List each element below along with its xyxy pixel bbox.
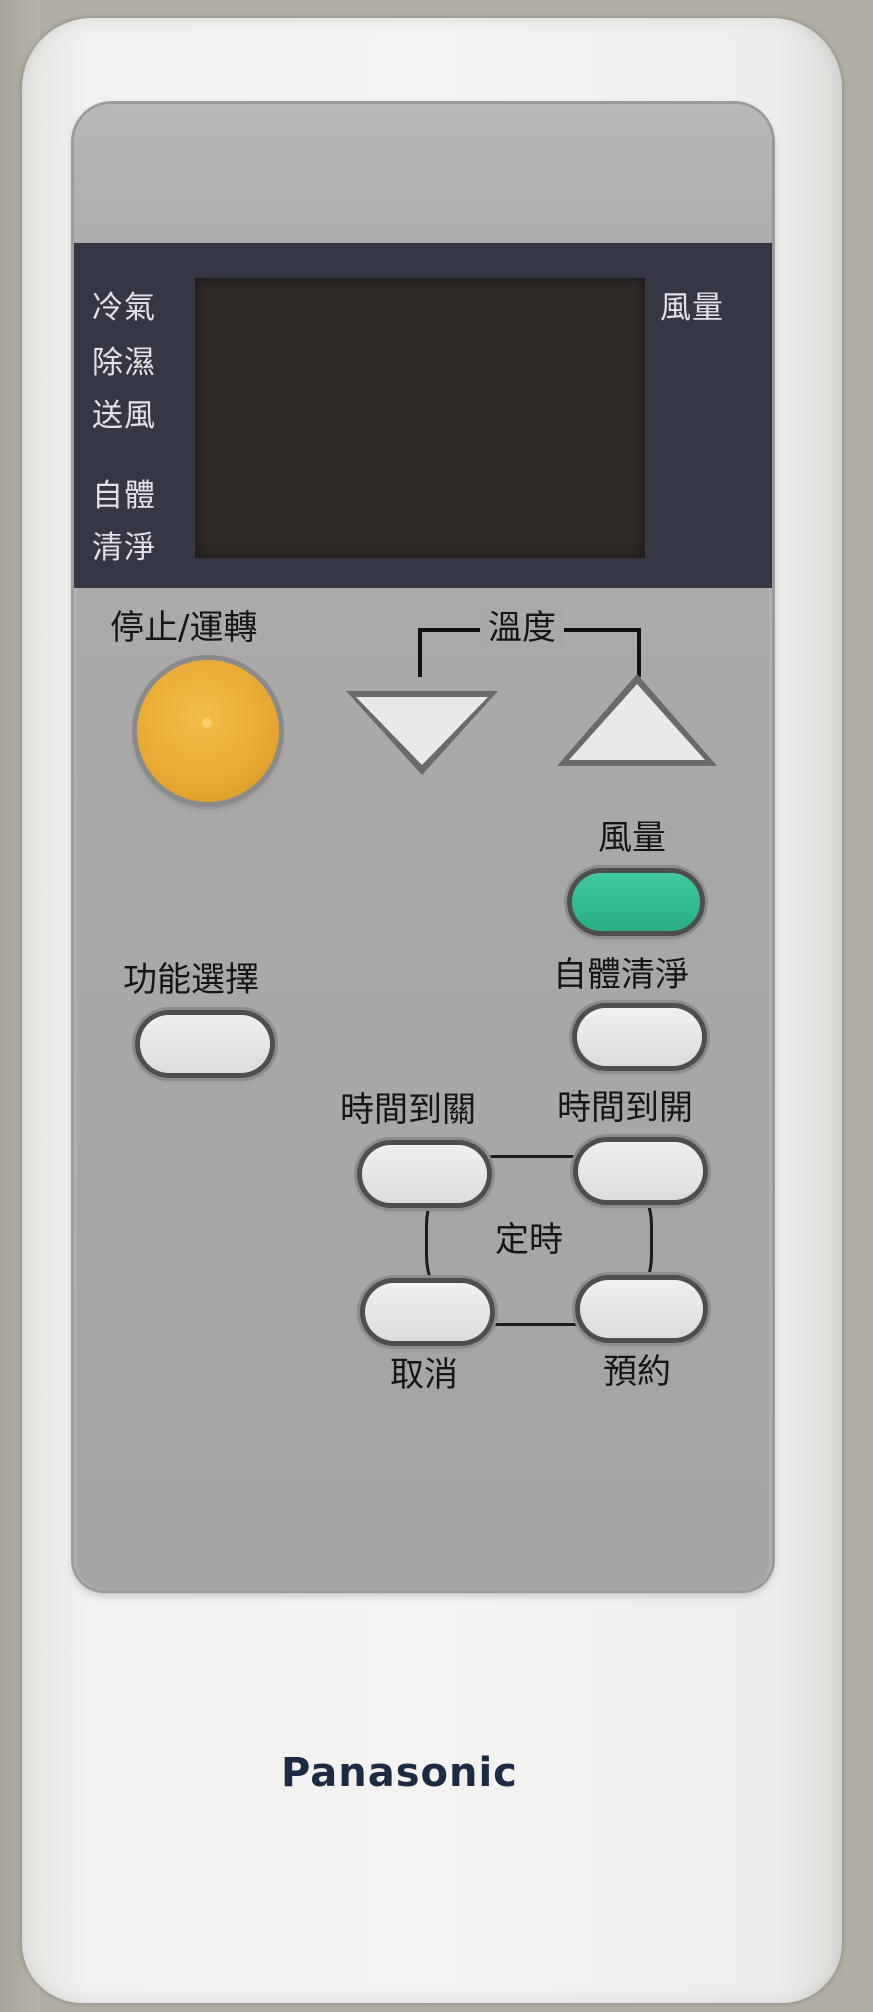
mode-label-fan: 送風: [92, 398, 156, 434]
reserve-button[interactable]: [580, 1280, 703, 1338]
fan-label: 風量: [598, 818, 666, 858]
fan-button[interactable]: [572, 873, 700, 931]
temperature-label: 溫度: [480, 608, 564, 648]
function-select-button[interactable]: [140, 1015, 270, 1073]
lcd-screen: [195, 278, 645, 558]
panel-top-cover: [74, 104, 772, 244]
self-clean-button[interactable]: [577, 1008, 702, 1066]
cancel-label: 取消: [390, 1355, 458, 1395]
triangle-down-icon: [356, 697, 488, 765]
power-label: 停止/運轉: [110, 608, 258, 648]
on-timer-button[interactable]: [578, 1142, 703, 1200]
mode-label-dehumidify: 除濕: [92, 345, 156, 381]
off-timer-button[interactable]: [362, 1145, 487, 1203]
brand-logo: Panasonic: [281, 1750, 518, 1796]
power-dot-icon: [202, 718, 212, 728]
power-button[interactable]: [137, 660, 279, 802]
triangle-up-icon: [569, 684, 705, 760]
cancel-button[interactable]: [365, 1283, 490, 1341]
self-clean-label: 自體清淨: [553, 955, 689, 995]
display-fan-label: 風量: [660, 290, 724, 326]
on-timer-label: 時間到開: [557, 1088, 693, 1128]
function-select-label: 功能選擇: [123, 960, 259, 1000]
off-timer-label: 時間到關: [340, 1090, 476, 1130]
temperature-up-button[interactable]: [553, 668, 723, 773]
timer-label: 定時: [495, 1220, 563, 1260]
temperature-down-button[interactable]: [338, 683, 508, 783]
mode-label-clean: 清淨: [92, 530, 156, 566]
mode-label-cool: 冷氣: [92, 290, 156, 326]
reserve-label: 預約: [603, 1352, 671, 1392]
mode-label-self: 自體: [92, 478, 156, 514]
